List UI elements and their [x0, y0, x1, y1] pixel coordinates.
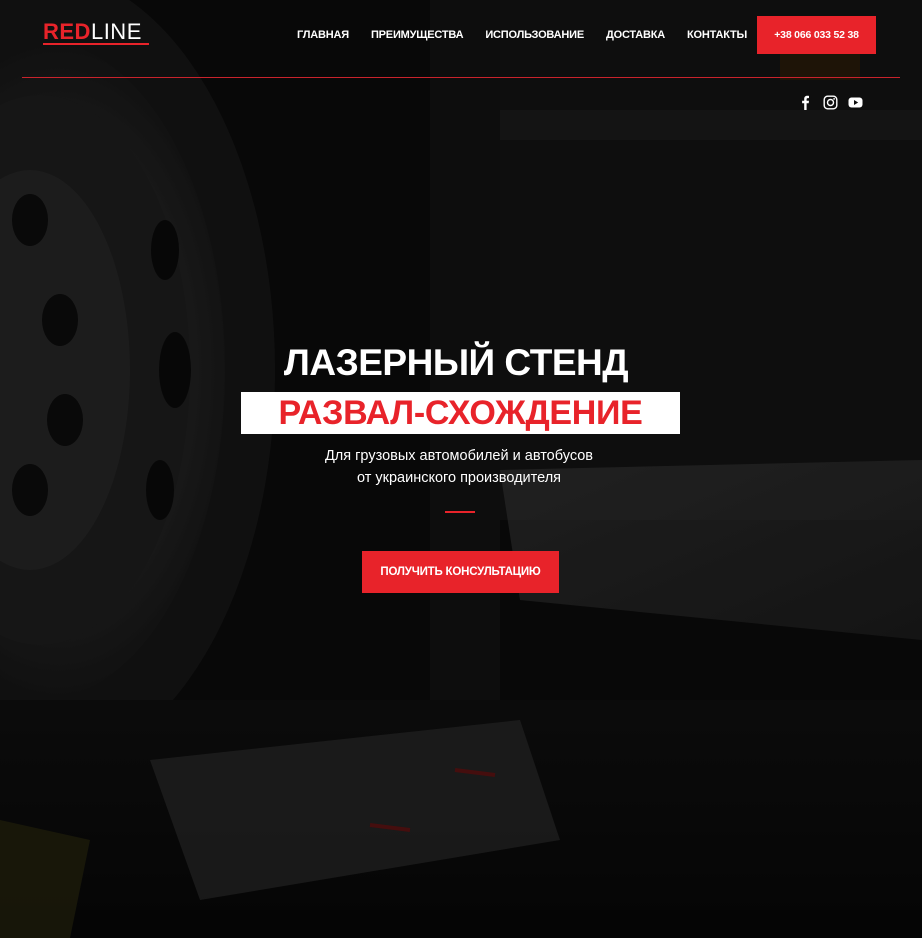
nav-item-contacts[interactable]: КОНТАКТЫ — [687, 27, 747, 43]
consultation-button[interactable]: ПОЛУЧИТЬ КОНСУЛЬТАЦИЮ — [362, 551, 559, 593]
facebook-icon[interactable] — [798, 95, 813, 110]
logo-red-text: RED — [43, 19, 91, 44]
site-header: REDLINE ГЛАВНАЯ ПРЕИМУЩЕСТВА ИСПОЛЬЗОВАН… — [22, 0, 900, 78]
phone-button[interactable]: +38 066 033 52 38 — [757, 16, 876, 54]
hero-divider — [445, 511, 475, 513]
youtube-icon[interactable] — [848, 95, 863, 110]
nav-item-home[interactable]: ГЛАВНАЯ — [297, 27, 349, 43]
hero-subtitle: РАЗВАЛ-СХОЖДЕНИЕ — [278, 394, 643, 432]
nav-item-advantages[interactable]: ПРЕИМУЩЕСТВА — [371, 27, 464, 43]
main-nav: ГЛАВНАЯ ПРЕИМУЩЕСТВА ИСПОЛЬЗОВАНИЕ ДОСТА… — [297, 27, 769, 43]
social-links — [798, 95, 863, 110]
hero-title: ЛАЗЕРНЫЙ СТЕНД — [283, 342, 629, 383]
nav-item-usage[interactable]: ИСПОЛЬЗОВАНИЕ — [485, 27, 584, 43]
landing-page: REDLINE ГЛАВНАЯ ПРЕИМУЩЕСТВА ИСПОЛЬЗОВАН… — [0, 0, 922, 938]
hero-subtitle-box: РАЗВАЛ-СХОЖДЕНИЕ — [241, 392, 680, 434]
hero-description-line-2: от украинского производителя — [356, 470, 562, 486]
nav-item-delivery[interactable]: ДОСТАВКА — [606, 27, 665, 43]
logo-underline — [43, 43, 149, 45]
instagram-icon[interactable] — [823, 95, 838, 110]
redline-logo[interactable]: REDLINE — [43, 20, 142, 44]
hero-description: Для грузовых автомобилей и автобусов от … — [0, 445, 918, 489]
logo-white-text: LINE — [90, 19, 142, 44]
hero-description-line-1: Для грузовых автомобилей и автобусов — [324, 448, 593, 464]
